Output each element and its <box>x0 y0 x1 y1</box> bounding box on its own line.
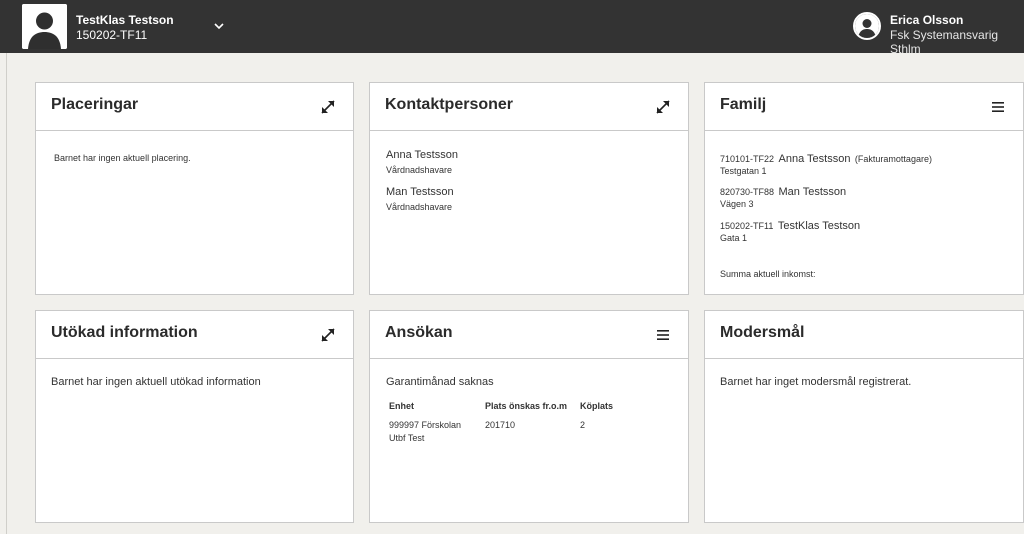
card-kontaktpersoner: Kontaktpersoner Anna Testsson Vårdnadsha… <box>369 82 689 295</box>
user-avatar-icon[interactable] <box>853 12 881 40</box>
card-title: Modersmål <box>720 324 805 341</box>
card-title: Utökad information <box>51 324 198 341</box>
card-header: Kontaktpersoner <box>370 83 688 131</box>
member-address: Gata 1 <box>720 233 748 243</box>
card-familj: Familj 710101-TF22 Anna Testsson (Faktur… <box>704 82 1024 295</box>
menu-icon[interactable] <box>989 98 1007 116</box>
top-bar: TestKlas Testson 150202-TF11 Erica Olsso… <box>0 0 1024 56</box>
card-title: Kontaktpersoner <box>385 96 514 113</box>
member-name: Man Testsson <box>778 186 847 198</box>
card-header: Placeringar <box>36 83 353 131</box>
contact-role: Vårdnadshavare <box>386 165 453 175</box>
card-header: Familj <box>705 83 1023 131</box>
contact-role: Vårdnadshavare <box>386 202 453 212</box>
family-member[interactable]: 710101-TF22 Anna Testsson (Fakturamottag… <box>720 149 932 167</box>
card-ansokan: Ansökan Garantimånad saknas Enhet Plats … <box>369 310 689 523</box>
family-member[interactable]: 820730-TF88 Man Testsson <box>720 182 846 200</box>
menu-icon[interactable] <box>654 326 672 344</box>
cell-koplats: 2 <box>580 420 586 430</box>
child-id: 150202-TF11 <box>76 28 148 42</box>
family-member[interactable]: 150202-TF11 TestKlas Testson <box>720 216 860 234</box>
column-header-enhet: Enhet <box>389 401 415 411</box>
left-divider <box>6 53 7 534</box>
card-utokad-information: Utökad information Barnet har ingen aktu… <box>35 310 354 523</box>
user-role: Fsk Systemansvarig Sthlm <box>890 28 999 56</box>
expand-icon[interactable] <box>654 98 672 116</box>
contact-name[interactable]: Anna Testsson <box>386 149 458 161</box>
column-header-from: Plats önskas fr.o.m <box>485 401 568 411</box>
user-name: Erica Olsson <box>890 13 964 27</box>
card-title: Familj <box>720 96 767 113</box>
expand-icon[interactable] <box>319 326 337 344</box>
member-note: (Fakturamottagare) <box>854 154 932 164</box>
no-placement-text: Barnet har ingen aktuell placering. <box>54 153 191 163</box>
user-silhouette-icon[interactable] <box>22 4 67 49</box>
cell-enhet: Utbf Test <box>389 433 425 443</box>
cell-from: 201710 <box>485 420 516 430</box>
contact-name[interactable]: Man Testsson <box>386 186 454 198</box>
card-title: Placeringar <box>51 96 139 113</box>
member-address: Vägen 3 <box>720 199 754 209</box>
card-header: Utökad information <box>36 311 353 359</box>
member-name: TestKlas Testson <box>777 220 861 232</box>
member-name: Anna Testsson <box>778 153 851 165</box>
member-id: 150202-TF11 <box>720 221 774 231</box>
card-title: Ansökan <box>385 324 453 341</box>
income-label: Summa aktuell inkomst: <box>720 269 816 279</box>
member-id: 820730-TF88 <box>720 187 775 197</box>
application-status: Garantimånad saknas <box>386 376 494 388</box>
no-extended-info-text: Barnet har ingen aktuell utökad informat… <box>51 376 261 388</box>
expand-icon[interactable] <box>319 98 337 116</box>
card-modersmal: Modersmål Barnet har inget modersmål reg… <box>704 310 1024 523</box>
card-header: Modersmål <box>705 311 1023 359</box>
member-id: 710101-TF22 <box>720 154 775 164</box>
card-placeringar: Placeringar Barnet har ingen aktuell pla… <box>35 82 354 295</box>
column-header-koplats: Köplats <box>580 401 614 411</box>
chevron-down-icon[interactable] <box>211 18 227 34</box>
card-header: Ansökan <box>370 311 688 359</box>
member-address: Testgatan 1 <box>720 166 767 176</box>
child-name: TestKlas Testson <box>76 13 174 27</box>
cell-enhet: 999997 Förskolan <box>389 420 462 430</box>
no-mother-tongue-text: Barnet har inget modersmål registrerat. <box>720 376 912 388</box>
